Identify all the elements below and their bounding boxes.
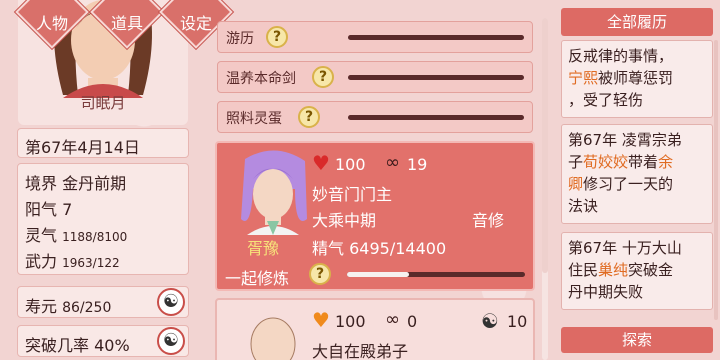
bond-icon: ∞: [385, 309, 400, 330]
history-entry: 第67年 十万大山 住民巢纯突破金 丹中期失败: [561, 232, 713, 310]
npc-portrait: [235, 306, 313, 360]
yang-value: 7: [62, 200, 73, 219]
nav-items-label: 道具: [110, 14, 143, 33]
npc-card[interactable]: ♥ 100 ∞ 0 ☯ 10 大自在殿弟子: [215, 298, 535, 360]
npc-realm: 大乘中期: [312, 211, 377, 230]
history-highlight: 巢纯: [598, 261, 629, 279]
history-header[interactable]: 全部履历: [561, 8, 713, 36]
history-line: 卿修习了一天的: [568, 173, 706, 195]
history-highlight: 余: [658, 153, 674, 171]
npc-affection: 100: [335, 312, 366, 331]
date-panel: 第67年4月14日: [17, 128, 189, 158]
npc-avatar: [250, 317, 296, 360]
history-text: 住民: [568, 261, 599, 279]
npc-card[interactable]: 胥豫 ♥ 100 ∞ 19 妙音门门主 大乘中期 音修 精气 6495/1440…: [215, 141, 535, 291]
spirit-label: 灵气: [25, 226, 58, 245]
npc-essence-label: 精气: [312, 239, 345, 258]
history-line: 丹中期失败: [568, 283, 644, 301]
npc-title: 妙音门门主: [312, 185, 393, 204]
help-icon[interactable]: ?: [266, 26, 288, 48]
history-line: 第67年 十万大山: [568, 239, 682, 257]
scrollbar-thumb[interactable]: [542, 18, 548, 273]
breakthrough-row: 突破几率 40%: [25, 332, 130, 356]
history-highlight: 荀姣姣: [583, 153, 629, 171]
history-line: 住民巢纯突破金: [568, 259, 706, 281]
yang-row: 阳气 7: [25, 196, 72, 220]
force-row: 武力 1963/122: [25, 248, 120, 272]
game-date: 第67年4月14日: [25, 138, 140, 157]
history-line: 子荀姣姣带着余: [568, 151, 706, 173]
npc-action-label: 一起修炼: [225, 269, 290, 288]
lifespan-label: 寿元: [25, 297, 58, 316]
npc-essence-value: 6495/14400: [349, 239, 447, 258]
npc-avatar: [241, 150, 307, 235]
npc-portrait: [235, 149, 313, 235]
heart-icon: ♥: [312, 151, 330, 175]
stats-panel: 境界 金丹前期 阳气 7 灵气 1188/8100 武力 1963/122: [17, 163, 189, 275]
help-icon[interactable]: ?: [312, 66, 334, 88]
npc-bond: 19: [407, 155, 428, 174]
history-highlight: 宁熙: [568, 69, 599, 87]
heart-icon: ♥: [312, 308, 330, 332]
npc-essence-row: 精气 6495/14400: [312, 235, 446, 259]
history-entry: 反戒律的事情， 宁熙被师尊惩罚 ，受了轻伤: [561, 40, 713, 118]
history-entry: 第67年 凌霄宗弟 子荀姣姣带着余 卿修习了一天的 法诀: [561, 124, 713, 224]
activity-slider[interactable]: [348, 115, 524, 120]
history-scrollbar[interactable]: [714, 40, 718, 320]
activity-label: 游历: [226, 31, 254, 47]
player-name: 司眠月: [80, 94, 126, 112]
lifespan-value: 86/250: [62, 300, 112, 316]
npc-action-slider[interactable]: [347, 272, 525, 277]
history-text: 带着: [628, 153, 659, 171]
history-text: 被师尊惩罚: [598, 69, 674, 87]
history-highlight: 卿: [568, 175, 584, 193]
help-icon[interactable]: ?: [298, 106, 320, 128]
lifespan-row: 寿元 86/250: [25, 293, 111, 317]
force-label: 武力: [25, 252, 58, 271]
yin-yang-icon[interactable]: ☯: [157, 327, 185, 355]
history-text: 突破金: [628, 261, 674, 279]
yin-yang-icon: ☯: [481, 309, 499, 333]
history-line: 宁熙被师尊惩罚: [568, 67, 706, 89]
history-text: 修习了一天的: [583, 175, 674, 193]
history-line: ，受了轻伤: [568, 91, 644, 109]
activity-slider[interactable]: [348, 75, 524, 80]
activity-row[interactable]: 温养本命剑 ?: [217, 61, 533, 93]
yang-label: 阳气: [25, 200, 58, 219]
activity-label: 照料灵蛋: [226, 111, 282, 127]
activity-row[interactable]: 照料灵蛋 ?: [217, 101, 533, 133]
npc-name: 胥豫: [247, 239, 280, 258]
npc-title: 大自在殿弟子: [312, 342, 409, 360]
activity-row[interactable]: 游历 ?: [217, 21, 533, 53]
history-line: 法诀: [568, 197, 599, 215]
breakthrough-label: 突破几率: [25, 336, 90, 355]
npc-affection: 100: [335, 155, 366, 174]
help-icon[interactable]: ?: [309, 263, 331, 285]
activity-label: 温养本命剑: [226, 71, 296, 87]
realm-value: 金丹前期: [62, 174, 127, 193]
activity-slider[interactable]: [348, 35, 524, 40]
history-text: 子: [568, 153, 584, 171]
history-line: 第67年 凌霄宗弟: [568, 131, 682, 149]
bond-icon: ∞: [385, 152, 400, 173]
nav-character-label: 人物: [35, 14, 68, 33]
breakthrough-value: 40%: [94, 336, 130, 355]
yin-yang-icon[interactable]: ☯: [157, 288, 185, 316]
npc-bond: 0: [407, 312, 418, 331]
lifespan-panel: 寿元 86/250 ☯: [17, 286, 189, 318]
npc-role: 音修: [472, 211, 505, 230]
spirit-value: 1188/8100: [62, 230, 128, 244]
breakthrough-panel: 突破几率 40% ☯: [17, 325, 189, 357]
realm-row: 境界 金丹前期: [25, 170, 126, 194]
spirit-row: 灵气 1188/8100: [25, 222, 127, 246]
history-line: 反戒律的事情，: [568, 47, 674, 65]
npc-action-slider-fill: [347, 272, 410, 277]
npc-extra-value: 10: [507, 312, 528, 331]
realm-label: 境界: [25, 174, 58, 193]
force-value: 1963/122: [62, 256, 120, 270]
explore-button[interactable]: 探索: [561, 327, 713, 353]
